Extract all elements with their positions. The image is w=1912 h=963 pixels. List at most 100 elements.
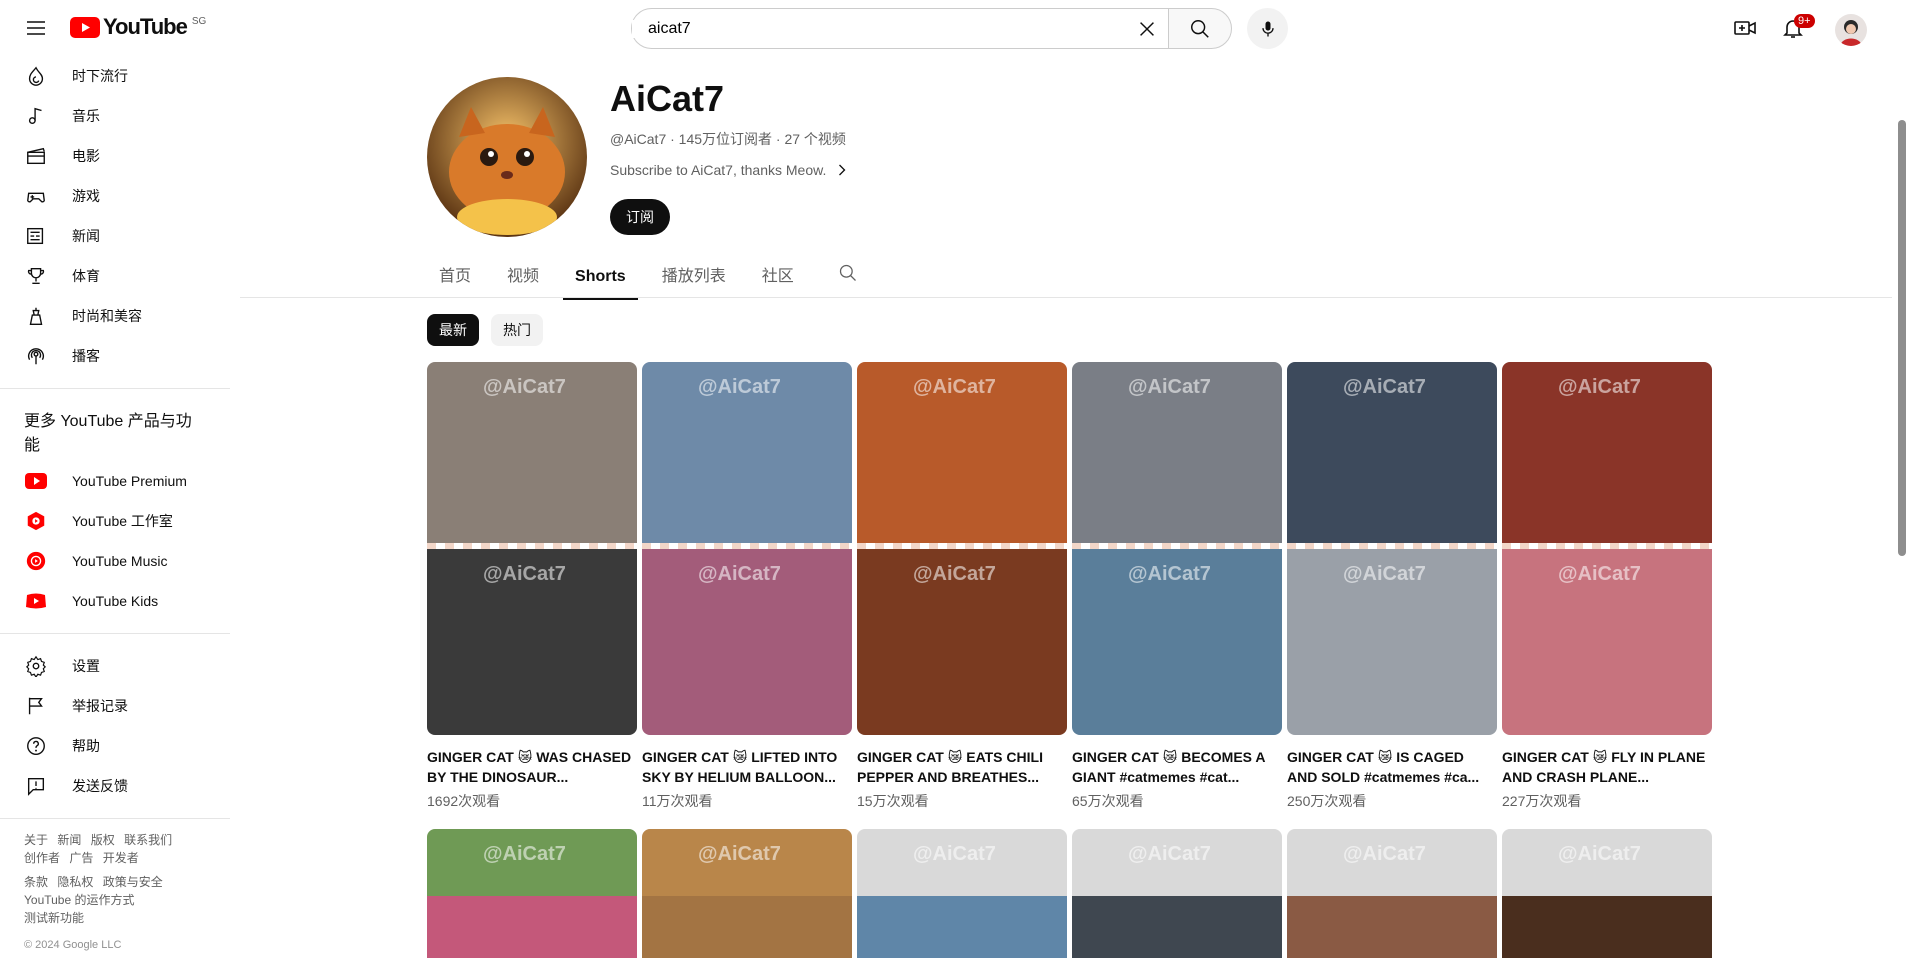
short-title[interactable]: GINGER CAT 😿 EATS CHILI PEPPER AND BREAT… [857, 747, 1067, 787]
notifications-button[interactable]: 9+ [1773, 12, 1815, 44]
shorts-row: @AiCat7 @AiCat7 @AiCat7 @AiCat7 @AiCat7 … [427, 829, 1712, 958]
short-thumbnail[interactable]: @AiCat7 @AiCat7 [427, 362, 637, 735]
sidebar-item-fashion[interactable]: 时尚和美容 [0, 296, 230, 336]
top-bar: YouTube SG 9+ [0, 0, 1912, 56]
short-thumbnail[interactable]: @AiCat7 @AiCat7 [1287, 362, 1497, 735]
sidebar-item-report-history[interactable]: 举报记录 [0, 686, 230, 726]
sidebar-item-label: 体育 [72, 268, 100, 284]
sidebar-item-youtube-music[interactable]: YouTube Music [0, 541, 230, 581]
sidebar-item-send-feedback[interactable]: 发送反馈 [0, 766, 230, 806]
short-card[interactable]: @AiCat7 @AiCat7 GINGER CAT 😿 WAS CHASED … [427, 362, 637, 811]
short-thumbnail[interactable]: @AiCat7 @AiCat7 [857, 362, 1067, 735]
short-thumbnail[interactable]: @AiCat7 [642, 829, 852, 958]
channel-search-button[interactable] [838, 263, 858, 300]
short-card[interactable]: @AiCat7 [1502, 829, 1712, 958]
youtube-kids-icon [24, 589, 48, 613]
watermark: @AiCat7 [698, 843, 781, 865]
news-icon [24, 224, 48, 248]
short-thumbnail[interactable]: @AiCat7 [427, 829, 637, 958]
short-card[interactable]: @AiCat7 @AiCat7 GINGER CAT 😿 FLY IN PLAN… [1502, 362, 1712, 811]
footer-link[interactable]: 关于 [24, 833, 48, 847]
page-scrollbar[interactable] [1898, 120, 1906, 556]
sidebar-item-youtube-kids[interactable]: YouTube Kids [0, 581, 230, 621]
short-thumbnail[interactable]: @AiCat7 [857, 829, 1067, 958]
short-card[interactable]: @AiCat7 [1287, 829, 1497, 958]
sidebar-item-youtube-studio[interactable]: YouTube 工作室 [0, 501, 230, 541]
search-input[interactable] [632, 19, 1102, 38]
tab-community[interactable]: 社区 [750, 262, 806, 300]
sidebar-item-label: 发送反馈 [72, 778, 128, 794]
short-thumbnail[interactable]: @AiCat7 @AiCat7 [1502, 362, 1712, 735]
short-card[interactable]: @AiCat7 @AiCat7 GINGER CAT 😿 BECOMES A G… [1072, 362, 1282, 811]
tab-playlists[interactable]: 播放列表 [650, 262, 738, 300]
short-card[interactable]: @AiCat7 @AiCat7 GINGER CAT 😿 EATS CHILI … [857, 362, 1067, 811]
podcast-icon [24, 344, 48, 368]
short-card[interactable]: @AiCat7 @AiCat7 GINGER CAT 😿 LIFTED INTO… [642, 362, 852, 811]
short-card[interactable]: @AiCat7 [857, 829, 1067, 958]
footer-link[interactable]: 条款 [24, 875, 48, 889]
sidebar-item-movies[interactable]: 电影 [0, 136, 230, 176]
footer-link[interactable]: 政策与安全 [103, 875, 163, 889]
footer-link[interactable]: 测试新功能 [24, 911, 84, 925]
sidebar-item-podcasts[interactable]: 播客 [0, 336, 230, 376]
clear-search-button[interactable] [1132, 14, 1162, 44]
short-card[interactable]: @AiCat7 [642, 829, 852, 958]
youtube-studio-icon [24, 509, 48, 533]
tab-videos[interactable]: 视频 [495, 262, 551, 300]
sidebar-item-label: YouTube Premium [72, 473, 187, 489]
channel-description[interactable]: Subscribe to AiCat7, thanks Meow. [610, 160, 852, 180]
sidebar-item-gaming[interactable]: 游戏 [0, 176, 230, 216]
sidebar-item-settings[interactable]: 设置 [0, 646, 230, 686]
short-thumbnail[interactable]: @AiCat7 @AiCat7 [642, 362, 852, 735]
sidebar-item-sports[interactable]: 体育 [0, 256, 230, 296]
sidebar-item-youtube-premium[interactable]: YouTube Premium [0, 461, 230, 501]
short-title[interactable]: GINGER CAT 😿 BECOMES A GIANT #catmemes #… [1072, 747, 1282, 787]
footer-link[interactable]: 联系我们 [124, 833, 172, 847]
sidebar-item-help[interactable]: 帮助 [0, 726, 230, 766]
footer-link[interactable]: 开发者 [103, 851, 139, 865]
footer-link[interactable]: YouTube 的运作方式 [24, 893, 135, 907]
sidebar-item-trending[interactable]: 时下流行 [0, 56, 230, 96]
short-title[interactable]: GINGER CAT 😿 WAS CHASED BY THE DINOSAUR.… [427, 747, 637, 787]
short-title[interactable]: GINGER CAT 😿 IS CAGED AND SOLD #catmemes… [1287, 747, 1497, 787]
footer-link[interactable]: 新闻 [57, 833, 81, 847]
tab-home[interactable]: 首页 [427, 262, 483, 300]
youtube-music-icon [24, 549, 48, 573]
sidebar-item-label: YouTube 工作室 [72, 513, 173, 529]
feedback-icon [24, 774, 48, 798]
short-views: 65万次观看 [1072, 793, 1144, 809]
sidebar-item-news[interactable]: 新闻 [0, 216, 230, 256]
short-card[interactable]: @AiCat7 @AiCat7 GINGER CAT 😿 IS CAGED AN… [1287, 362, 1497, 811]
watermark: @AiCat7 [1558, 376, 1641, 398]
music-icon [24, 104, 48, 128]
short-thumbnail[interactable]: @AiCat7 [1287, 829, 1497, 958]
voice-search-button[interactable] [1247, 8, 1288, 49]
menu-button[interactable] [18, 12, 54, 44]
search-button[interactable] [1168, 8, 1232, 49]
short-thumbnail[interactable]: @AiCat7 [1502, 829, 1712, 958]
tab-shorts[interactable]: Shorts [563, 268, 638, 300]
chip-popular[interactable]: 热门 [491, 314, 543, 346]
thumbnail-bottom: @AiCat7 [1287, 548, 1497, 735]
short-views: 11万次观看 [642, 793, 713, 809]
short-title[interactable]: GINGER CAT 😿 FLY IN PLANE AND CRASH PLAN… [1502, 747, 1712, 787]
watermark: @AiCat7 [1128, 376, 1211, 398]
short-title[interactable]: GINGER CAT 😿 LIFTED INTO SKY BY HELIUM B… [642, 747, 852, 787]
short-thumbnail[interactable]: @AiCat7 [1072, 829, 1282, 958]
watermark: @AiCat7 [913, 843, 996, 865]
sidebar-item-music[interactable]: 音乐 [0, 96, 230, 136]
create-button[interactable] [1725, 12, 1765, 44]
channel-avatar[interactable] [427, 77, 587, 237]
short-card[interactable]: @AiCat7 [427, 829, 637, 958]
account-avatar[interactable] [1835, 14, 1867, 46]
youtube-logo[interactable]: YouTube SG [70, 14, 206, 40]
watermark: @AiCat7 [698, 562, 781, 585]
footer-link[interactable]: 创作者 [24, 851, 60, 865]
footer-link[interactable]: 隐私权 [57, 875, 93, 889]
short-thumbnail[interactable]: @AiCat7 @AiCat7 [1072, 362, 1282, 735]
short-card[interactable]: @AiCat7 [1072, 829, 1282, 958]
chip-latest[interactable]: 最新 [427, 314, 479, 346]
footer-link[interactable]: 广告 [69, 851, 93, 865]
subscribe-button[interactable]: 订阅 [610, 199, 670, 235]
footer-link[interactable]: 版权 [91, 833, 115, 847]
